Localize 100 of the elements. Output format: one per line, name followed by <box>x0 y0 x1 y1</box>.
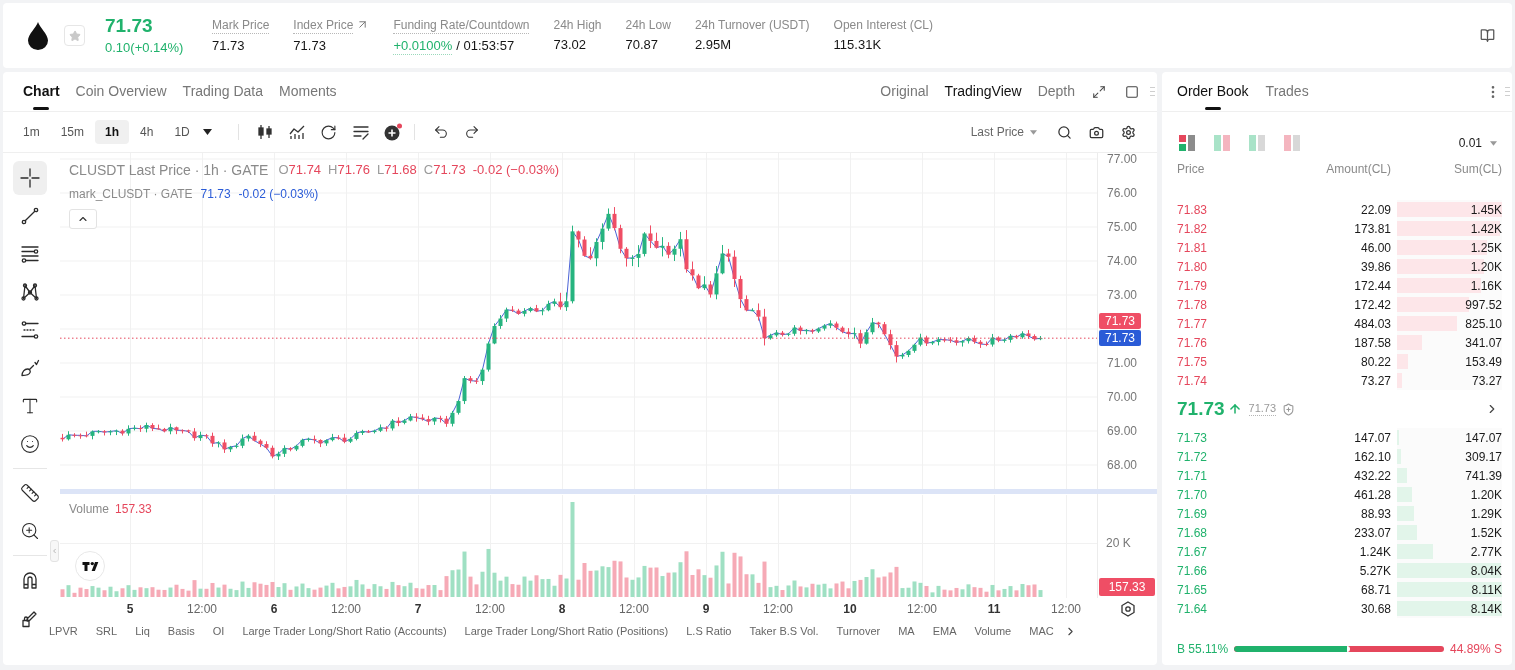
ask-price[interactable]: 71.81 <box>1177 240 1208 255</box>
ask-price[interactable]: 71.80 <box>1177 259 1208 274</box>
ask-price[interactable]: 71.79 <box>1177 278 1208 293</box>
price-source-dropdown[interactable]: Last Price <box>970 123 1037 141</box>
stat-label[interactable]: Funding Rate/Countdown <box>393 16 530 34</box>
price-axis-label: 76.00 <box>1107 186 1138 200</box>
chart-tab[interactable]: Chart <box>23 72 60 111</box>
ask-price[interactable]: 71.76 <box>1177 335 1208 350</box>
settings-icon[interactable] <box>1120 124 1136 140</box>
redo-icon[interactable] <box>463 124 480 140</box>
indicator-tab[interactable]: Taker B.S Vol. <box>749 622 819 640</box>
order-amount: 461.28 <box>1354 487 1391 502</box>
indicator-tab[interactable]: SRL <box>95 622 118 640</box>
funding-rate[interactable]: +0.0100% <box>393 37 453 55</box>
book-layout-icon[interactable] <box>1179 135 1195 151</box>
column-header: Amount(CL) <box>1326 161 1391 178</box>
order-sum: 1.16K <box>1470 278 1502 293</box>
book-icon[interactable] <box>1480 28 1495 43</box>
candlestick-icon[interactable] <box>255 123 274 141</box>
indicator-tab[interactable]: Large Trader Long/Short Ratio (Accounts) <box>242 622 447 640</box>
chart-view-tab[interactable]: Depth <box>1037 81 1075 102</box>
ask-price[interactable]: 71.82 <box>1177 221 1208 236</box>
falling-candle <box>924 335 929 347</box>
time-axis-label: 5 <box>126 601 134 618</box>
pane-resize-handle[interactable] <box>60 489 1157 494</box>
bid-price[interactable]: 71.71 <box>1177 468 1208 483</box>
interval-button[interactable]: 1D <box>164 120 200 144</box>
falling-candle <box>798 325 803 336</box>
order-book-tab[interactable]: Trades <box>1265 72 1309 111</box>
indicator-tab[interactable]: MA <box>898 622 915 640</box>
order-book-tab[interactable]: Order Book <box>1177 72 1249 111</box>
indicator-tab[interactable]: Basis <box>167 622 195 640</box>
bid-price[interactable]: 71.70 <box>1177 487 1208 502</box>
grip-icon[interactable] <box>1150 87 1155 96</box>
indicator-tab[interactable]: L.S Ratio <box>686 622 732 640</box>
indicator-tab[interactable]: MAC <box>1029 622 1054 640</box>
expand-icon[interactable] <box>1092 84 1106 99</box>
rising-candle <box>990 333 995 348</box>
circular-arrow-icon[interactable] <box>320 123 338 141</box>
bid-price[interactable]: 71.66 <box>1177 563 1208 578</box>
price-axis-label: 69.00 <box>1107 424 1138 438</box>
rising-candle <box>852 327 857 340</box>
indicator-tab[interactable]: EMA <box>932 622 957 640</box>
bid-price[interactable]: 71.69 <box>1177 506 1208 521</box>
ask-price[interactable]: 71.75 <box>1177 354 1208 369</box>
order-sum: 741.39 <box>1465 468 1502 483</box>
collapse-legend-button[interactable] <box>69 209 97 229</box>
indicator-tab[interactable]: Turnover <box>836 622 881 640</box>
grip-icon[interactable] <box>1505 87 1510 96</box>
interval-button[interactable]: 4h <box>130 120 164 144</box>
stat-label[interactable]: Index Price <box>293 16 354 34</box>
bid-price[interactable]: 71.64 <box>1177 601 1208 616</box>
ask-price[interactable]: 71.78 <box>1177 297 1208 312</box>
shield-plus-icon <box>1282 402 1296 416</box>
chart-tab[interactable]: Trading Data <box>182 72 263 111</box>
chart-view-tab[interactable]: Original <box>880 81 929 102</box>
indicator-tab[interactable]: OI <box>212 622 225 640</box>
price-axis-label: 70.00 <box>1107 390 1138 404</box>
ask-price[interactable]: 71.77 <box>1177 316 1208 331</box>
time-axis-label: 12:00 <box>1051 601 1081 618</box>
chart-view-tab[interactable]: TradingView <box>944 81 1022 102</box>
stat-label[interactable]: Mark Price <box>212 16 270 34</box>
mark-change-value: -0.02 (−0.03%) <box>238 186 319 203</box>
order-book-mark-price[interactable]: 71.73 <box>1248 402 1277 416</box>
ask-price[interactable]: 71.83 <box>1177 202 1208 217</box>
camera-icon[interactable] <box>1088 124 1104 140</box>
chart-tab[interactable]: Coin Overview <box>75 72 167 111</box>
indicator-tab[interactable]: LPVR <box>49 622 78 640</box>
bid-price[interactable]: 71.73 <box>1177 430 1208 445</box>
indicator-tab[interactable]: Large Trader Long/Short Ratio (Positions) <box>464 622 669 640</box>
interval-button[interactable]: 1m <box>13 120 50 144</box>
order-amount: 173.81 <box>1354 221 1391 236</box>
indicator-tab[interactable]: Volume <box>974 622 1012 640</box>
search-icon[interactable] <box>1056 124 1072 140</box>
undo-icon[interactable] <box>432 124 449 140</box>
indicator-tab[interactable]: Liq <box>135 622 150 640</box>
precision-dropdown[interactable]: 0.01 <box>1458 134 1497 152</box>
bid-price[interactable]: 71.65 <box>1177 582 1208 597</box>
interval-button[interactable]: 1h <box>95 120 130 144</box>
line-bar-chart-icon[interactable] <box>287 123 306 141</box>
drawing-tool-button[interactable] <box>13 161 47 195</box>
lines-pen-icon[interactable] <box>351 123 370 141</box>
square-icon[interactable] <box>1125 84 1139 99</box>
ask-price[interactable]: 71.74 <box>1177 373 1208 388</box>
order-amount: 80.22 <box>1360 354 1391 369</box>
price-change: 0.10(+0.14%) <box>105 40 184 56</box>
interval-button[interactable]: 15m <box>50 120 94 144</box>
bid-price[interactable]: 71.72 <box>1177 449 1208 464</box>
ruler-icon <box>20 483 40 503</box>
falling-candle <box>288 446 293 452</box>
logo-badge-icon[interactable] <box>75 551 105 581</box>
order-sum: 341.07 <box>1465 335 1502 350</box>
order-sum: 73.27 <box>1471 373 1502 388</box>
bid-price[interactable]: 71.67 <box>1177 544 1208 559</box>
bid-price[interactable]: 71.68 <box>1177 525 1208 540</box>
chart-tab[interactable]: Moments <box>279 72 337 111</box>
plus-circle-icon[interactable] <box>382 123 403 141</box>
stat-value: 73.02 <box>553 36 586 53</box>
hexagon-settings-icon[interactable] <box>1120 601 1136 617</box>
time-axis-label: 12:00 <box>907 601 937 618</box>
